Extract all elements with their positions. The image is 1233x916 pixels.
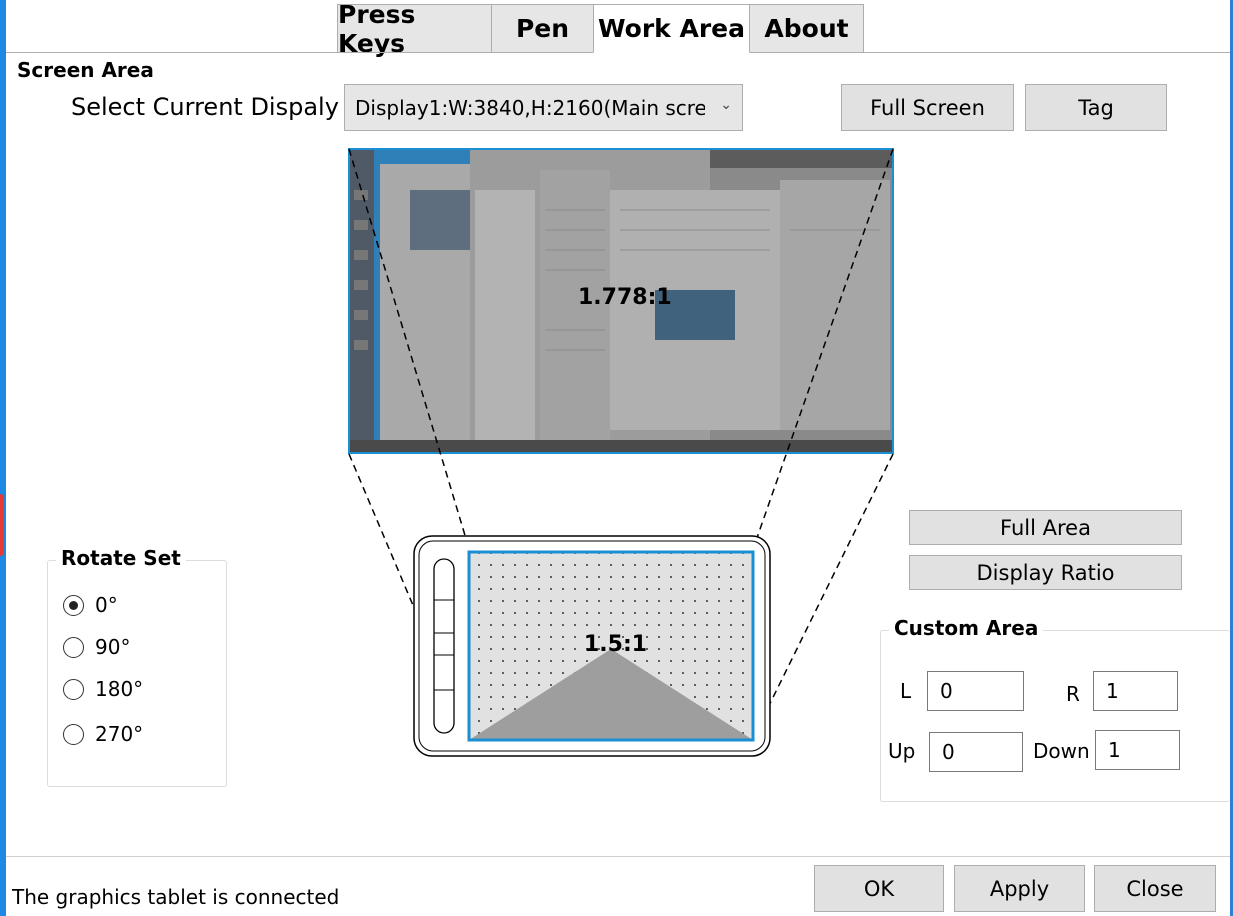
rotate-0-radio[interactable]: 0° [63,593,118,617]
chevron-down-icon: ⌄ [720,97,732,113]
display-ratio-button[interactable]: Display Ratio [909,555,1182,590]
select-display-label: Select Current Dispaly [71,93,339,121]
right-input[interactable] [1093,671,1178,711]
full-screen-button[interactable]: Full Screen [841,84,1014,131]
down-input[interactable] [1095,730,1180,770]
tab-bar: Press Keys Pen Work Area About [337,0,864,58]
radio-icon [63,678,84,700]
screen-ratio-label: 1.778:1 [578,285,672,310]
custom-area-title: Custom Area [889,616,1044,640]
rotate-90-label: 90° [95,635,131,659]
display-select[interactable]: Display1:W:3840,H:2160(Main screen) ⌄ [344,84,743,131]
tab-press-keys[interactable]: Press Keys [337,0,492,58]
rotate-180-radio[interactable]: 180° [63,677,143,701]
custom-area-group: Custom Area [880,616,1230,802]
tag-button[interactable]: Tag [1025,84,1167,131]
rotate-180-label: 180° [95,677,144,701]
desktop-icon-fragment [0,494,4,556]
left-input[interactable] [927,671,1024,711]
rotate-set-title: Rotate Set [56,546,186,570]
right-label: R [1066,682,1080,706]
full-area-button[interactable]: Full Area [909,510,1182,545]
status-text: The graphics tablet is connected [12,885,340,909]
radio-icon [63,636,84,658]
up-input[interactable] [929,732,1023,772]
rotate-0-label: 0° [95,593,118,617]
tab-about[interactable]: About [749,4,864,53]
radio-selected-icon [63,594,84,616]
radio-icon [63,723,84,745]
rotate-90-radio[interactable]: 90° [63,635,130,659]
rotate-270-radio[interactable]: 270° [63,722,143,746]
footer-divider [6,856,1230,857]
display-select-value: Display1:W:3840,H:2160(Main screen) [355,95,705,120]
left-label: L [900,679,912,703]
apply-button[interactable]: Apply [954,865,1085,912]
tab-pen[interactable]: Pen [491,4,594,53]
ok-button[interactable]: OK [814,865,944,912]
screen-area-title: Screen Area [17,58,154,82]
close-button[interactable]: Close [1094,865,1216,912]
desktop-edge-left [0,0,6,916]
tablet-ratio-label: 1.5:1 [584,632,648,657]
tab-work-area[interactable]: Work Area [593,4,750,53]
rotate-270-label: 270° [95,722,144,746]
up-label: Up [888,739,916,763]
down-label: Down [1033,739,1090,763]
